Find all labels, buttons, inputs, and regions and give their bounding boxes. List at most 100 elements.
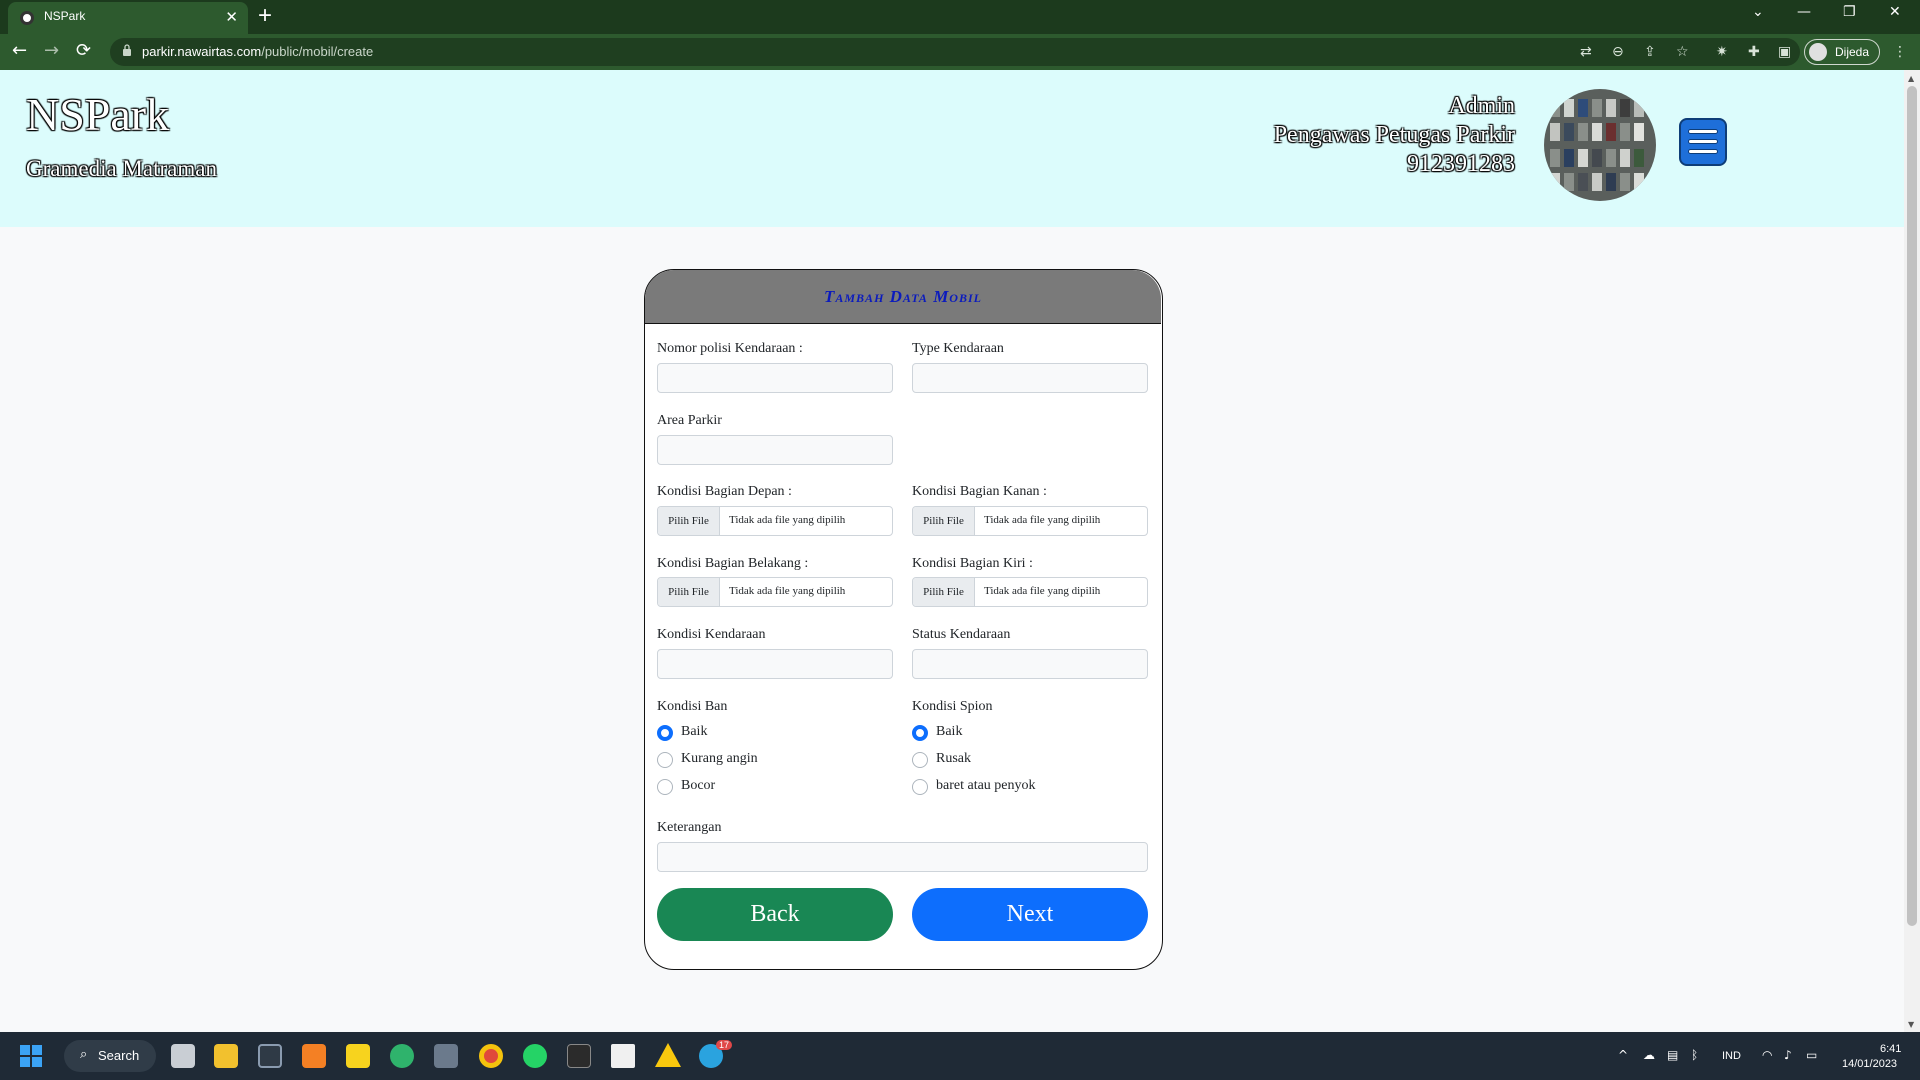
hamburger-menu-icon[interactable] (1679, 118, 1727, 166)
task-view-icon[interactable] (171, 1044, 195, 1068)
brand-title[interactable]: NSPark (26, 88, 169, 141)
onedrive-icon[interactable]: ☁ (1643, 1048, 1655, 1062)
ban-baik-radio[interactable] (657, 725, 673, 741)
volume-icon[interactable]: ♪ (1784, 1048, 1792, 1062)
kondisi-kiri-file-input[interactable]: Pilih File Tidak ada file yang dipilih (912, 577, 1148, 607)
xampp-icon[interactable] (302, 1044, 326, 1068)
page-scrollbar[interactable]: ▲ ▼ (1904, 70, 1920, 1032)
share-icon[interactable]: ⇪ (1644, 44, 1656, 60)
site-favicon-icon (20, 11, 34, 25)
ban-option-label: Bocor (681, 778, 716, 793)
choose-file-button[interactable]: Pilih File (658, 578, 720, 606)
bookmark-star-icon[interactable]: ☆ (1676, 44, 1689, 60)
tray-chevron-icon[interactable]: ^ (1618, 1048, 1628, 1062)
back-nav-icon[interactable]: ← (12, 40, 27, 61)
card-header: Tambah Data Mobil (645, 270, 1161, 324)
type-kendaraan-field[interactable] (912, 363, 1148, 393)
warning-icon[interactable] (655, 1043, 681, 1067)
scroll-down-icon[interactable]: ▼ (1908, 1020, 1914, 1029)
puzzle-icon[interactable]: ✚ (1748, 44, 1760, 60)
area-parkir-label: Area Parkir (657, 413, 722, 428)
spion-baret-radio[interactable] (912, 779, 928, 795)
profile-button[interactable]: Dijeda (1804, 39, 1880, 65)
file-status-text: Tidak ada file yang dipilih (729, 514, 846, 526)
ban-bocor-radio[interactable] (657, 779, 673, 795)
choose-file-button[interactable]: Pilih File (913, 578, 975, 606)
tab-title: NSPark (44, 9, 86, 23)
kondisi-belakang-file-input[interactable]: Pilih File Tidak ada file yang dipilih (657, 577, 893, 607)
ban-option-label: Kurang angin (681, 751, 758, 766)
ban-kurang-angin-radio[interactable] (657, 752, 673, 768)
kondisi-spion-label: Kondisi Spion (912, 699, 993, 714)
address-bar[interactable]: parkir.nawairtas.com/public/mobil/create… (110, 38, 1800, 66)
terminal-icon[interactable] (567, 1044, 591, 1068)
calculator-icon[interactable] (434, 1044, 458, 1068)
keterangan-input[interactable] (658, 843, 1147, 871)
keterangan-label: Keterangan (657, 820, 722, 835)
file-icon[interactable] (611, 1044, 635, 1068)
scroll-thumb[interactable] (1907, 86, 1917, 926)
close-window-button[interactable]: ✕ (1889, 4, 1901, 20)
file-explorer-icon[interactable] (214, 1044, 238, 1068)
area-parkir-input[interactable] (658, 436, 892, 464)
windows-start-icon[interactable] (20, 1045, 42, 1067)
wifi-icon[interactable]: ◠ (1762, 1048, 1772, 1062)
menu-dots-icon[interactable]: ⋮ (1893, 44, 1907, 60)
tab-search-chevron-icon[interactable]: ⌄ (1752, 4, 1764, 20)
form-title: Tambah Data Mobil (824, 287, 982, 306)
search-label: Search (98, 1048, 140, 1063)
area-parkir-field[interactable] (657, 435, 893, 465)
kondisi-kanan-file-input[interactable]: Pilih File Tidak ada file yang dipilih (912, 506, 1148, 536)
chrome-icon[interactable] (479, 1044, 503, 1068)
type-kendaraan-input[interactable] (913, 364, 1147, 392)
kondisi-ban-label: Kondisi Ban (657, 699, 728, 714)
sticky-notes-icon[interactable] (346, 1044, 370, 1068)
clock-time[interactable]: 6:41 (1880, 1043, 1901, 1055)
spion-option-label: Rusak (936, 751, 971, 766)
choose-file-button[interactable]: Pilih File (658, 507, 720, 535)
kondisi-kendaraan-input[interactable] (658, 650, 892, 678)
nomor-polisi-label: Nomor polisi Kendaraan : (657, 341, 803, 356)
kondisi-depan-label: Kondisi Bagian Depan : (657, 484, 792, 499)
extension-icon[interactable]: ✷ (1716, 44, 1728, 60)
language-indicator[interactable]: IND (1722, 1050, 1741, 1062)
choose-file-button[interactable]: Pilih File (913, 507, 975, 535)
keterangan-field[interactable] (657, 842, 1148, 872)
ban-option-label: Baik (681, 724, 708, 739)
battery-icon[interactable]: ▭ (1806, 1048, 1817, 1062)
site-header: NSPark Gramedia Matraman Admin Pengawas … (0, 70, 1904, 227)
side-panel-icon[interactable]: ▣ (1778, 44, 1791, 60)
status-kendaraan-input[interactable] (913, 650, 1147, 678)
minimize-button[interactable]: — (1797, 4, 1811, 20)
close-tab-icon[interactable]: ✕ (225, 8, 238, 26)
user-info: Admin Pengawas Petugas Parkir 912391283 (1274, 92, 1515, 179)
spion-rusak-radio[interactable] (912, 752, 928, 768)
back-button[interactable]: Back (657, 888, 893, 941)
kondisi-kendaraan-field[interactable] (657, 649, 893, 679)
forward-nav-icon[interactable]: → (44, 40, 59, 61)
status-kendaraan-field[interactable] (912, 649, 1148, 679)
kondisi-depan-file-input[interactable]: Pilih File Tidak ada file yang dipilih (657, 506, 893, 536)
network-adapter-icon[interactable]: ▤ (1667, 1048, 1678, 1062)
translate-icon[interactable]: ⇄ (1580, 44, 1592, 60)
edge-icon[interactable] (390, 1044, 414, 1068)
zoom-icon[interactable]: ⊖ (1612, 44, 1624, 60)
whatsapp-icon[interactable] (523, 1044, 547, 1068)
taskbar-search-button[interactable]: ⌕ Search (64, 1040, 156, 1072)
nomor-polisi-input[interactable] (658, 364, 892, 392)
new-tab-button[interactable]: + (258, 2, 272, 30)
file-status-text: Tidak ada file yang dipilih (729, 585, 846, 597)
file-status-text: Tidak ada file yang dipilih (984, 585, 1101, 597)
app-icon[interactable] (258, 1044, 282, 1068)
restore-button[interactable]: ❐ (1843, 4, 1856, 20)
avatar[interactable] (1544, 89, 1656, 201)
scroll-up-icon[interactable]: ▲ (1908, 74, 1914, 83)
clock-date[interactable]: 14/01/2023 (1842, 1058, 1897, 1070)
bluetooth-icon[interactable]: ᛒ (1691, 1048, 1698, 1062)
browser-tab[interactable]: NSPark ✕ (8, 2, 248, 34)
reload-icon[interactable]: ⟳ (76, 40, 91, 61)
nomor-polisi-field[interactable] (657, 363, 893, 393)
spion-baik-radio[interactable] (912, 725, 928, 741)
next-button[interactable]: Next (912, 888, 1148, 941)
add-car-form-card: Tambah Data Mobil Nomor polisi Kendaraan… (644, 269, 1163, 970)
